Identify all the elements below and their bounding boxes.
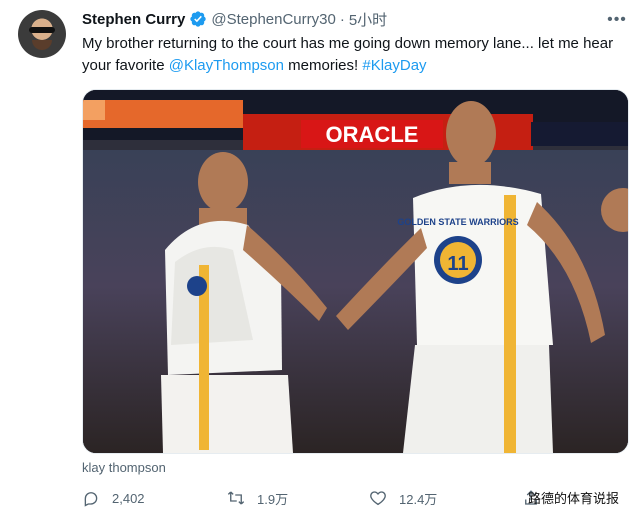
author-handle[interactable]: @StephenCurry30: [211, 11, 335, 28]
author-name[interactable]: Stephen Curry: [82, 11, 185, 28]
verified-badge-icon: [190, 11, 207, 27]
separator-dot: ·: [339, 10, 345, 28]
like-action[interactable]: 12.4万: [369, 485, 437, 511]
retweet-icon: [227, 491, 245, 505]
hashtag-link[interactable]: #KlayDay: [362, 57, 426, 74]
arena-sign-text: ORACLE: [326, 122, 419, 147]
more-options-icon[interactable]: •••: [606, 9, 628, 31]
tweet-time[interactable]: 5小时: [349, 9, 387, 30]
jersey-text: GOLDEN STATE WARRIORS: [397, 217, 518, 227]
tweet-image[interactable]: ORACLE 11 GOLDEN STATE WARRIORS: [82, 89, 629, 454]
image-caption: klay thompson: [82, 460, 166, 475]
tweet-text: My brother returning to the court has me…: [82, 33, 630, 77]
retweet-count: 1.9万: [257, 491, 289, 507]
jersey-number: 11: [447, 253, 468, 275]
avatar-glasses: [29, 27, 55, 33]
watermark-text: 路德的体育说报: [528, 491, 620, 506]
heart-icon: [370, 491, 386, 506]
avatar-beard: [32, 40, 52, 50]
basketball-photo: ORACLE 11 GOLDEN STATE WARRIORS: [83, 90, 628, 453]
retweet-action[interactable]: 1.9万: [227, 485, 288, 511]
like-count: 12.4万: [399, 491, 438, 507]
tweet-header: Stephen Curry @StephenCurry30 · 5小时: [82, 9, 387, 29]
tweet-text-part2: memories!: [284, 57, 363, 74]
reply-icon: [84, 492, 98, 507]
avatar[interactable]: [18, 10, 66, 58]
mention-link[interactable]: @KlayThompson: [169, 57, 284, 74]
reply-action[interactable]: 2,402: [82, 485, 145, 511]
reply-count: 2,402: [112, 490, 145, 506]
